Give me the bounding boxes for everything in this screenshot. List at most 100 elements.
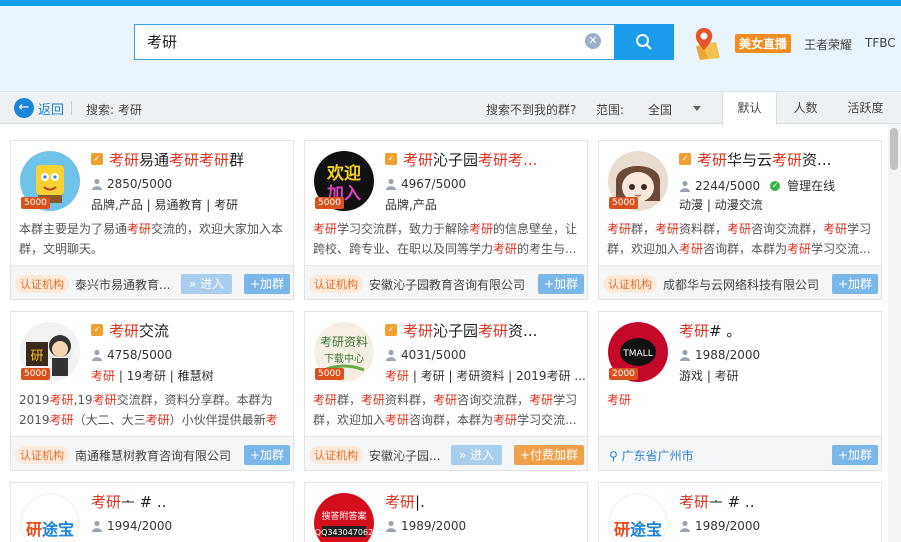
group-name[interactable]: 考研ᅩ # ..	[679, 491, 859, 512]
group-name[interactable]: 考研# 。	[679, 320, 859, 341]
group-name[interactable]: 考研|.	[385, 491, 565, 512]
arrow-left-icon: ←	[14, 98, 34, 118]
paid-join-button[interactable]: +付费加群	[513, 445, 584, 465]
hot-link-2[interactable]: TFBC	[865, 36, 896, 50]
hot-live-tag[interactable]: 美女直播	[735, 34, 792, 53]
certified-org-badge: 认证机构	[603, 275, 657, 293]
group-card[interactable]: 5000 ✓ 考研易通考研考研群 2850/5000 品牌,产品 | 易通教育 …	[10, 140, 294, 300]
chevron-down-icon[interactable]	[693, 106, 701, 111]
level-badge: 5000	[315, 368, 344, 380]
svg-text:QQ343047062: QQ343047062	[315, 528, 373, 537]
join-button[interactable]: +加群	[831, 445, 878, 465]
admin-online: 管理在线	[787, 179, 836, 193]
search-button[interactable]	[614, 24, 674, 60]
group-description: 2019考研,19考研交流群，资料分享群。本群为2019考研（大二、大三考研）小…	[19, 393, 278, 427]
certified-icon: ✓	[385, 324, 397, 336]
region-select[interactable]: 全国	[648, 101, 672, 118]
group-description: 考研群，考研资料群，考研咨询交流群，考研学习群，欢迎加入考研咨询群，本群为考研学…	[313, 393, 578, 427]
org-name[interactable]: 泰兴市易通教育...	[75, 276, 181, 293]
user-icon	[92, 520, 102, 532]
org-name[interactable]: 南通稚慧树教育咨询有限公司	[75, 447, 235, 464]
group-card[interactable]: 研途宝 考研ᅩ # .. 1989/2000	[598, 482, 882, 542]
tab-sort-members[interactable]: 人数	[778, 92, 833, 124]
search-icon	[636, 34, 652, 50]
back-button[interactable]: ← 返回	[14, 98, 64, 118]
group-description: 考研学习交流群，致力于解除考研的信息壁垒，让跨校、跨专业、在职以及同等学力考研的…	[313, 222, 578, 256]
user-icon	[92, 349, 102, 361]
tab-sort-default[interactable]: 默认	[722, 92, 777, 125]
group-description: 本群主要是为了易通考研交流的，欢迎大家加入本群，文明聊天。	[19, 222, 284, 256]
user-icon	[680, 349, 690, 361]
group-name[interactable]: 考研交流	[109, 320, 289, 341]
certified-org-badge: 认证机构	[309, 275, 363, 293]
range-label: 范围:	[596, 103, 625, 117]
location-pin-icon: ⚲	[609, 449, 622, 463]
svg-text:下载中心: 下载中心	[324, 352, 364, 365]
org-name[interactable]: 安徽沁子园教育咨询有限公司	[369, 276, 529, 293]
scrollbar-thumb[interactable]	[890, 128, 898, 170]
group-name[interactable]: 考研华与云考研资...	[697, 149, 877, 170]
enter-button[interactable]: » 进入	[451, 445, 503, 465]
svg-text:研途宝: 研途宝	[26, 520, 74, 539]
join-button[interactable]: +加群	[243, 445, 290, 465]
org-name[interactable]: 安徽沁子园...	[369, 447, 445, 464]
card-footer: 认证机构 安徽沁子园... » 进入 +付费加群	[305, 436, 587, 470]
svg-text:考研资料: 考研资料	[320, 335, 368, 349]
search-box[interactable]	[134, 24, 614, 60]
join-button[interactable]: +加群	[537, 274, 584, 294]
certified-org-badge: 认证机构	[15, 275, 69, 293]
group-card[interactable]: 5000 ✓ 考研华与云考研资... 2244/5000 ✓ 管理在线 动漫 | 动…	[598, 140, 882, 300]
join-button[interactable]: +加群	[831, 274, 878, 294]
map-location-icon[interactable]	[690, 26, 722, 62]
member-count: 1989/2000	[385, 519, 466, 533]
member-count: 1989/2000	[679, 519, 760, 533]
member-count: 2850/5000	[91, 177, 172, 191]
user-icon	[386, 520, 396, 532]
group-name[interactable]: 考研沁子园考研资...	[403, 320, 583, 341]
member-count: 4031/5000	[385, 348, 466, 362]
group-card[interactable]: 研 5000 ✓ 考研交流 4758/5000 考研 | 19考研 | 稚慧树 …	[10, 311, 294, 471]
card-footer: ⚲ 广东省广州市 +加群	[599, 436, 881, 470]
level-badge: 5000	[21, 368, 50, 380]
search-input[interactable]	[147, 32, 567, 50]
certified-org-badge: 认证机构	[15, 446, 69, 464]
group-name[interactable]: 考研易通考研考研群	[109, 149, 289, 170]
member-count: 4967/5000	[385, 177, 466, 191]
user-icon	[680, 180, 690, 192]
group-card[interactable]: 考研资料下载中心 5000 ✓ 考研沁子园考研资... 4031/5000 考研…	[304, 311, 588, 471]
group-card[interactable]: 搜答附答案 QQ343047062 考研|. 1989/2000	[304, 482, 588, 542]
svg-text:搜答附答案: 搜答附答案	[321, 510, 366, 522]
hot-link-1[interactable]: 王者荣耀	[804, 36, 852, 53]
svg-text:研: 研	[30, 349, 43, 364]
member-count: 2244/5000 ✓ 管理在线	[679, 177, 835, 194]
svg-text:TMALL: TMALL	[622, 349, 652, 359]
group-name[interactable]: 考研沁子园考研考...	[403, 149, 583, 170]
close-circle-icon[interactable]: ✕	[585, 33, 601, 49]
group-card[interactable]: 欢迎 加入 5000 ✓ 考研沁子园考研考... 4967/5000 品牌,产品 …	[304, 140, 588, 300]
group-name[interactable]: 考研ᅩ # ..	[91, 491, 271, 512]
group-card[interactable]: 研途宝 考研ᅩ # .. 1994/2000	[10, 482, 294, 542]
group-description: 考研群，考研资料群，考研咨询交流群，考研学习群，欢迎加入考研咨询群，本群为考研学…	[607, 222, 872, 256]
level-badge: 5000	[21, 197, 50, 209]
group-tags: 游戏 | 考研	[679, 369, 739, 383]
location: ⚲ 广东省广州市	[609, 449, 694, 463]
group-description: 考研	[607, 393, 632, 407]
level-badge: 2000	[609, 368, 638, 380]
search-term: 搜索: 考研	[86, 103, 142, 117]
result-toolbar: ← 返回 搜索: 考研 搜索不到我的群? 范围: 全国 默认 人数 活跃度	[0, 92, 901, 125]
org-name[interactable]: 成都华与云网络科技有限公司	[663, 276, 823, 293]
tab-sort-activity[interactable]: 活跃度	[838, 92, 893, 124]
card-footer: 认证机构 安徽沁子园教育咨询有限公司 +加群	[305, 265, 587, 299]
group-avatar: 研途宝	[20, 493, 80, 542]
join-button[interactable]: +加群	[243, 274, 290, 294]
check-circle-icon: ✓	[770, 180, 781, 191]
card-footer: 认证机构 成都华与云网络科技有限公司 +加群	[599, 265, 881, 299]
group-tags: 品牌,产品 | 易通教育 | 考研	[91, 198, 239, 212]
card-footer: 认证机构 南通稚慧树教育咨询有限公司 +加群	[11, 436, 293, 470]
not-found-link[interactable]: 搜索不到我的群?	[486, 101, 576, 118]
group-avatar: 研途宝	[608, 493, 668, 542]
scrollbar-track[interactable]	[888, 124, 901, 542]
user-icon	[680, 520, 690, 532]
group-card[interactable]: TMALL 2000 考研# 。 1988/2000 游戏 | 考研 考研 ⚲ …	[598, 311, 882, 471]
enter-button[interactable]: » 进入	[181, 274, 233, 294]
